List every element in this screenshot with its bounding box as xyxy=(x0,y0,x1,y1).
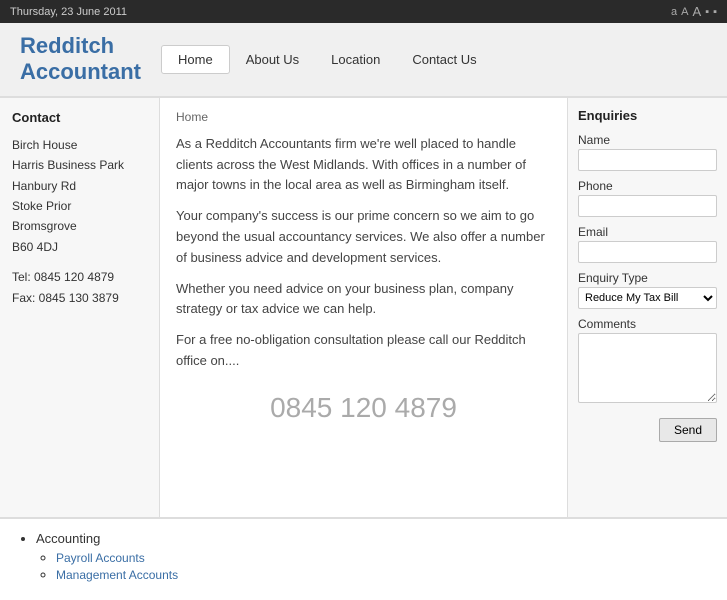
comments-group: Comments xyxy=(578,317,717,406)
top-bar: Thursday, 23 June 2011 a A A ▪ ▪ xyxy=(0,0,727,23)
nav-item-about[interactable]: About Us xyxy=(230,46,315,73)
enquiry-type-label: Enquiry Type xyxy=(578,271,717,285)
list-item-payroll: Payroll Accounts xyxy=(56,550,711,565)
footer-sublist: Payroll Accounts Management Accounts xyxy=(36,550,711,582)
email-input[interactable] xyxy=(578,241,717,263)
enquiry-type-select[interactable]: Reduce My Tax Bill General Enquiry Payro… xyxy=(578,287,717,309)
link-payroll-accounts[interactable]: Payroll Accounts xyxy=(56,551,145,565)
icon-box1: ▪ xyxy=(705,6,709,18)
icon-box2: ▪ xyxy=(713,6,717,18)
list-item-management: Management Accounts xyxy=(56,567,711,582)
phone-display: 0845 120 4879 xyxy=(176,392,551,424)
enquiries-title: Enquiries xyxy=(578,108,717,123)
address-line-4: Stoke Prior xyxy=(12,196,147,216)
content-para-2: Your company's success is our prime conc… xyxy=(176,206,551,268)
nav-item-contact[interactable]: Contact Us xyxy=(396,46,492,73)
phone-group: Phone xyxy=(578,179,717,217)
address-line-2: Harris Business Park xyxy=(12,155,147,175)
name-input[interactable] xyxy=(578,149,717,171)
address-line-1: Birch House xyxy=(12,135,147,155)
footer-area: Accounting Payroll Accounts Management A… xyxy=(0,517,727,600)
send-btn-container: Send xyxy=(578,414,717,442)
header: Redditch Accountant Home About Us Locati… xyxy=(0,23,727,97)
name-label: Name xyxy=(578,133,717,147)
breadcrumb: Home xyxy=(176,110,551,124)
address-line-3: Hanbury Rd xyxy=(12,176,147,196)
content-para-4: For a free no-obligation consultation pl… xyxy=(176,330,551,372)
logo-text: Redditch Accountant xyxy=(20,33,141,86)
main-layout: Contact Birch House Harris Business Park… xyxy=(0,97,727,517)
icon-a-small: a xyxy=(671,6,677,18)
sidebar-right: Enquiries Name Phone Email Enquiry Type … xyxy=(567,98,727,517)
address-line-5: Bromsgrove xyxy=(12,216,147,236)
top-bar-icons: a A A ▪ ▪ xyxy=(671,4,717,19)
email-label: Email xyxy=(578,225,717,239)
footer-list: Accounting Payroll Accounts Management A… xyxy=(16,531,711,582)
logo: Redditch Accountant xyxy=(0,23,161,96)
address-line-6: B60 4DJ xyxy=(12,237,147,257)
tel-number: Tel: 0845 120 4879 xyxy=(12,267,147,287)
phone-label: Phone xyxy=(578,179,717,193)
icon-a-medium: A xyxy=(681,6,688,18)
nav-item-location[interactable]: Location xyxy=(315,46,396,73)
date-label: Thursday, 23 June 2011 xyxy=(10,6,127,18)
footer-section-accounting: Accounting Payroll Accounts Management A… xyxy=(36,531,711,582)
enquiry-type-group: Enquiry Type Reduce My Tax Bill General … xyxy=(578,271,717,309)
content-para-1: As a Redditch Accountants firm we're wel… xyxy=(176,134,551,196)
phone-input[interactable] xyxy=(578,195,717,217)
sidebar-left: Contact Birch House Harris Business Park… xyxy=(0,98,160,517)
name-group: Name xyxy=(578,133,717,171)
nav-item-home[interactable]: Home xyxy=(161,45,230,74)
footer-section-label: Accounting xyxy=(36,531,100,546)
icon-a-large: A xyxy=(693,4,702,19)
content-para-3: Whether you need advice on your business… xyxy=(176,279,551,321)
fax-number: Fax: 0845 130 3879 xyxy=(12,288,147,308)
comments-textarea[interactable] xyxy=(578,333,717,403)
send-button[interactable]: Send xyxy=(659,418,717,442)
contact-address: Birch House Harris Business Park Hanbury… xyxy=(12,135,147,257)
comments-label: Comments xyxy=(578,317,717,331)
contact-tel: Tel: 0845 120 4879 Fax: 0845 130 3879 xyxy=(12,267,147,308)
main-content: Home As a Redditch Accountants firm we'r… xyxy=(160,98,567,517)
contact-title: Contact xyxy=(12,110,147,125)
email-group: Email xyxy=(578,225,717,263)
link-management-accounts[interactable]: Management Accounts xyxy=(56,568,178,582)
main-nav: Home About Us Location Contact Us xyxy=(161,35,493,84)
